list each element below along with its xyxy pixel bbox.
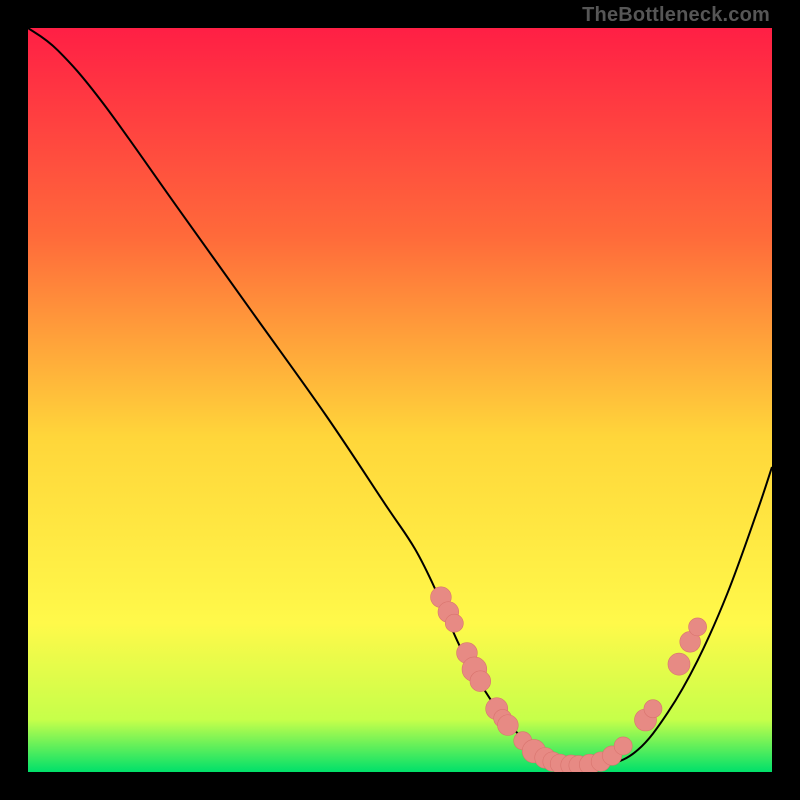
data-marker bbox=[445, 614, 463, 632]
data-marker bbox=[470, 671, 491, 692]
bottleneck-chart bbox=[28, 28, 772, 772]
watermark-text: TheBottleneck.com bbox=[582, 4, 770, 27]
data-marker bbox=[668, 653, 690, 675]
data-marker bbox=[498, 715, 519, 736]
chart-frame bbox=[28, 28, 772, 772]
data-marker bbox=[614, 737, 632, 755]
gradient-background bbox=[28, 28, 772, 772]
data-marker bbox=[689, 618, 707, 636]
data-marker bbox=[644, 700, 662, 718]
